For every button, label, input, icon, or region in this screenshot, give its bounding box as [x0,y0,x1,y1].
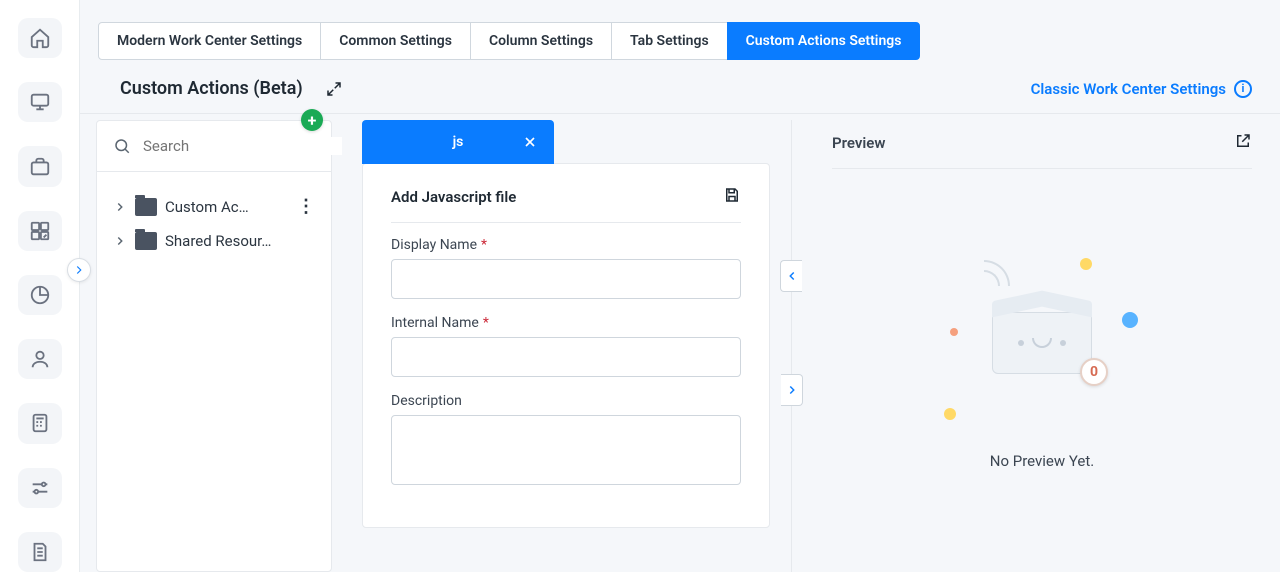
monitor-icon[interactable] [18,82,62,122]
classic-work-center-settings-link[interactable]: Classic Work Center Settings i [1031,80,1252,98]
chevron-right-icon [113,200,127,214]
pie-chart-icon[interactable] [18,275,62,315]
tab-custom-actions-settings[interactable]: Custom Actions Settings [727,22,921,60]
form-title: Add Javascript file [391,188,516,206]
search-icon [113,137,131,155]
page-header: Custom Actions (Beta) Classic Work Cente… [80,60,1280,114]
file-tab-label: js [453,134,464,150]
classic-link-label: Classic Work Center Settings [1031,80,1226,98]
tab-bar: Modern Work Center Settings Common Setti… [80,0,1280,60]
display-name-label: Display Name* [391,237,741,253]
home-icon[interactable] [18,18,62,58]
main-area: Modern Work Center Settings Common Setti… [80,0,1280,572]
tree-panel: + Custom Ac… ⋮ Shared Resour… [96,120,332,572]
tree-item-custom-actions[interactable]: Custom Ac… ⋮ [107,190,321,224]
collapse-right-handle[interactable] [781,374,803,406]
briefcase-icon[interactable] [18,146,62,186]
file-icon[interactable] [18,532,62,572]
preview-count-badge: 0 [1080,358,1108,386]
expand-icon[interactable] [325,80,343,98]
file-tab-js[interactable]: js [362,120,554,164]
page-title: Custom Actions (Beta) [120,78,303,99]
tab-column-settings[interactable]: Column Settings [470,22,612,60]
open-external-icon[interactable] [1234,132,1252,154]
more-menu-icon[interactable]: ⋮ [297,201,315,213]
save-icon[interactable] [723,186,741,208]
form-panel: js Add Javascript file Display Name* Int… [332,120,792,572]
display-name-input[interactable] [391,259,741,299]
add-button[interactable]: + [301,109,323,131]
tab-tab-settings[interactable]: Tab Settings [611,22,728,60]
calculator-icon[interactable] [18,403,62,443]
folder-icon [135,198,157,216]
chevron-right-icon [113,234,127,248]
tree-item-label: Custom Ac… [165,198,289,216]
tree-item-shared-resources[interactable]: Shared Resour… [107,224,321,258]
user-icon[interactable] [18,339,62,379]
search-input[interactable] [143,137,342,155]
empty-illustration: 0 [942,248,1142,428]
sliders-icon[interactable] [18,468,62,508]
grid-icon[interactable] [18,211,62,251]
close-icon[interactable] [522,134,538,154]
tab-common-settings[interactable]: Common Settings [320,22,471,60]
nav-rail [0,0,80,572]
preview-empty-text: No Preview Yet. [990,452,1094,470]
info-icon[interactable]: i [1234,80,1252,98]
internal-name-label: Internal Name* [391,315,741,331]
tab-modern-work-center-settings[interactable]: Modern Work Center Settings [98,22,321,60]
preview-panel: Preview 0 No Preview Yet. [792,114,1280,572]
description-label: Description [391,393,741,409]
folder-icon [135,232,157,250]
tree-item-label: Shared Resour… [165,232,315,250]
preview-title: Preview [832,134,885,152]
description-input[interactable] [391,415,741,485]
internal-name-input[interactable] [391,337,741,377]
